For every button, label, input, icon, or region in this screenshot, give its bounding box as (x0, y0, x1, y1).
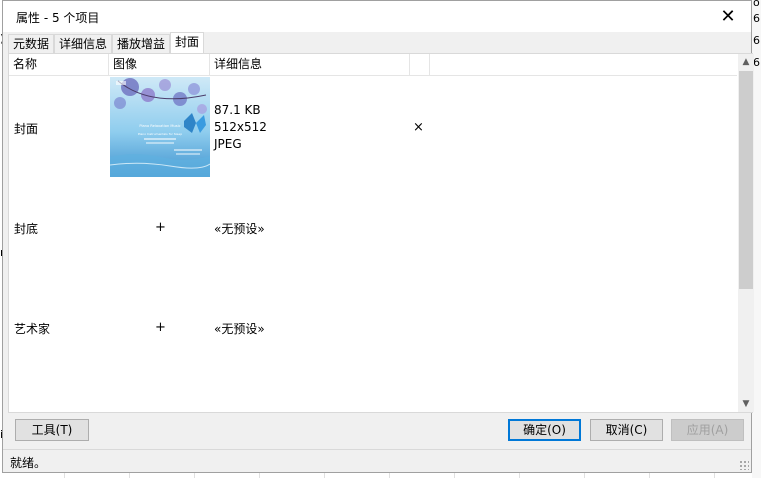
preset-label: «无预设» (214, 322, 265, 336)
properties-dialog: 属性 - 5 个项目 ✕ 元数据 详细信息 播放增益 封面 名称 图像 详细信息… (2, 0, 754, 473)
add-image-icon[interactable]: + (155, 220, 166, 235)
column-header-image[interactable]: 图像 (109, 54, 210, 76)
scroll-down-icon[interactable]: ▼ (738, 396, 754, 412)
row-name: 封底 (14, 222, 39, 236)
row-name: 艺术家 (14, 322, 51, 336)
cover-subtitle-text: Piano Instrumentals for Sleep (138, 132, 182, 136)
dialog-title: 属性 - 5 个项目 (16, 11, 100, 25)
remove-cover-icon[interactable]: × (413, 120, 424, 135)
tab-details[interactable]: 详细信息 (54, 34, 113, 54)
list-item-artist[interactable]: 艺术家 + «无预设» (9, 277, 737, 377)
background-text: o (753, 0, 760, 9)
background-text: 6 (753, 34, 760, 47)
close-button[interactable]: ✕ (705, 1, 751, 32)
background-text: 6 (753, 12, 760, 25)
cover-artwork: Piano Relaxation Music Piano Instrumenta… (110, 77, 210, 177)
list-item-front-cover[interactable]: 封面 Piano Relaxation Music Piano Instrume… (9, 77, 737, 177)
tab-cover[interactable]: 封面 (170, 32, 205, 54)
tab-metadata[interactable]: 元数据 (8, 34, 55, 54)
apply-button[interactable]: 应用(A) (671, 419, 744, 441)
add-image-icon[interactable]: + (155, 320, 166, 335)
cover-list-panel: 名称 图像 详细信息 封面 Piano Relaxation Music Pia… (8, 53, 754, 413)
ok-button[interactable]: 确定(O) (508, 419, 581, 441)
column-header-extra[interactable] (410, 54, 430, 76)
cover-file-size: 87.1 KB (214, 103, 261, 117)
status-bar: 就绪。 (3, 449, 751, 472)
cover-dimensions: 512x512 (214, 120, 267, 134)
column-header-name[interactable]: 名称 (9, 54, 109, 76)
column-header-row: 名称 图像 详细信息 (9, 54, 737, 76)
status-text: 就绪。 (10, 456, 47, 470)
tab-bar: 元数据 详细信息 播放增益 封面 (8, 32, 205, 54)
column-header-details[interactable]: 详细信息 (210, 54, 410, 76)
cover-format: JPEG (214, 137, 242, 151)
title-bar: 属性 - 5 个项目 ✕ (3, 1, 751, 32)
preset-label: «无预设» (214, 222, 265, 236)
close-icon: ✕ (720, 6, 736, 27)
scroll-up-icon[interactable]: ▲ (738, 54, 754, 70)
cover-title-text: Piano Relaxation Music (139, 124, 180, 128)
vertical-scrollbar[interactable]: ▲ ▼ (738, 54, 754, 412)
scroll-thumb[interactable] (739, 71, 753, 289)
resize-grip-icon[interactable] (739, 460, 749, 470)
tools-button[interactable]: 工具(T) (15, 419, 89, 441)
row-name: 封面 (14, 122, 39, 136)
cover-thumbnail[interactable]: Piano Relaxation Music Piano Instrumenta… (110, 77, 210, 177)
background-text: 6 (753, 56, 760, 69)
list-item-back-cover[interactable]: 封底 + «无预设» (9, 177, 737, 277)
tab-replaygain[interactable]: 播放增益 (112, 34, 171, 54)
cancel-button[interactable]: 取消(C) (590, 419, 663, 441)
